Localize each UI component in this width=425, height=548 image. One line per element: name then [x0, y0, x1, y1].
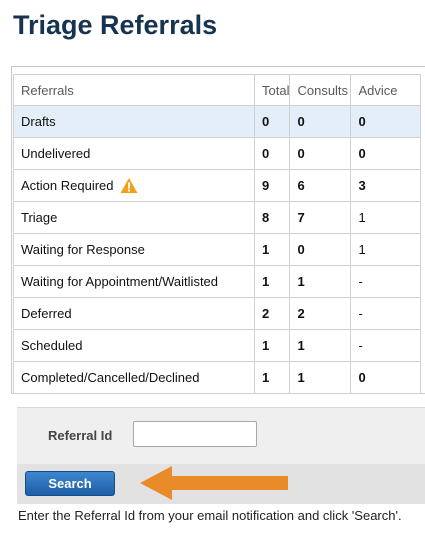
warning-icon [120, 178, 137, 193]
table-header-row: Referrals Total Consults Advice [13, 74, 422, 106]
row-advice: 3 [350, 169, 422, 202]
table-row-completed[interactable]: Completed/Cancelled/Declined 1 1 0 [13, 361, 422, 394]
row-consults: 2 [289, 297, 352, 330]
row-consults: 6 [289, 169, 352, 202]
triage-referrals-page: Triage Referrals Referrals Total Consult… [0, 0, 425, 548]
table-row-action-required[interactable]: Action Required 9 6 3 [13, 169, 422, 202]
row-label[interactable]: Waiting for Response [13, 233, 255, 266]
row-advice: 0 [350, 361, 422, 394]
column-header-advice: Advice [350, 74, 422, 106]
row-advice: - [350, 297, 422, 330]
row-total: 8 [253, 201, 291, 234]
row-advice: 1 [350, 201, 422, 234]
table-row-triage[interactable]: Triage 8 7 1 [13, 201, 422, 234]
column-header-referrals: Referrals [13, 74, 255, 106]
table-row-waiting-for-response[interactable]: Waiting for Response 1 0 1 [13, 233, 422, 266]
row-label[interactable]: Scheduled [13, 329, 255, 362]
table-row-undelivered[interactable]: Undelivered 0 0 0 [13, 137, 422, 170]
row-consults: 0 [289, 105, 352, 138]
row-total: 2 [253, 297, 291, 330]
row-total: 1 [253, 329, 291, 362]
table-row-scheduled[interactable]: Scheduled 1 1 - [13, 329, 422, 362]
row-label[interactable]: Waiting for Appointment/Waitlisted [13, 265, 255, 298]
row-label[interactable]: Deferred [13, 297, 255, 330]
table-row-drafts[interactable]: Drafts 0 0 0 [13, 105, 422, 138]
row-consults: 1 [289, 361, 352, 394]
table-row-waiting-for-appointment[interactable]: Waiting for Appointment/Waitlisted 1 1 - [13, 265, 422, 298]
referral-id-label: Referral Id [48, 428, 113, 443]
search-button[interactable]: Search [25, 471, 115, 496]
row-total: 0 [253, 105, 291, 138]
referrals-table: Referrals Total Consults Advice Drafts 0… [13, 74, 422, 394]
referral-id-row: Referral Id [17, 408, 425, 464]
arrow-left-icon [140, 466, 288, 500]
row-advice: - [350, 329, 422, 362]
referral-id-input[interactable] [133, 421, 257, 447]
row-label[interactable]: Action Required [21, 178, 114, 193]
row-label[interactable]: Drafts [13, 105, 255, 138]
row-consults: 0 [289, 137, 352, 170]
row-label[interactable]: Triage [13, 201, 255, 234]
search-help-text: Enter the Referral Id from your email no… [18, 508, 402, 523]
row-label[interactable]: Completed/Cancelled/Declined [13, 361, 255, 394]
column-header-total: Total [253, 74, 291, 106]
page-title: Triage Referrals [13, 10, 218, 40]
row-advice: - [350, 265, 422, 298]
row-advice: 1 [350, 233, 422, 266]
row-total: 1 [253, 361, 291, 394]
row-total: 9 [253, 169, 291, 202]
row-consults: 0 [289, 233, 352, 266]
row-consults: 1 [289, 329, 352, 362]
row-advice: 0 [350, 105, 422, 138]
row-label[interactable]: Undelivered [13, 137, 255, 170]
row-consults: 1 [289, 265, 352, 298]
column-header-consults: Consults [289, 74, 352, 106]
row-label-cell[interactable]: Action Required [13, 169, 255, 202]
row-total: 1 [253, 233, 291, 266]
row-total: 0 [253, 137, 291, 170]
table-row-deferred[interactable]: Deferred 2 2 - [13, 297, 422, 330]
row-total: 1 [253, 265, 291, 298]
row-consults: 7 [289, 201, 352, 234]
row-advice: 0 [350, 137, 422, 170]
